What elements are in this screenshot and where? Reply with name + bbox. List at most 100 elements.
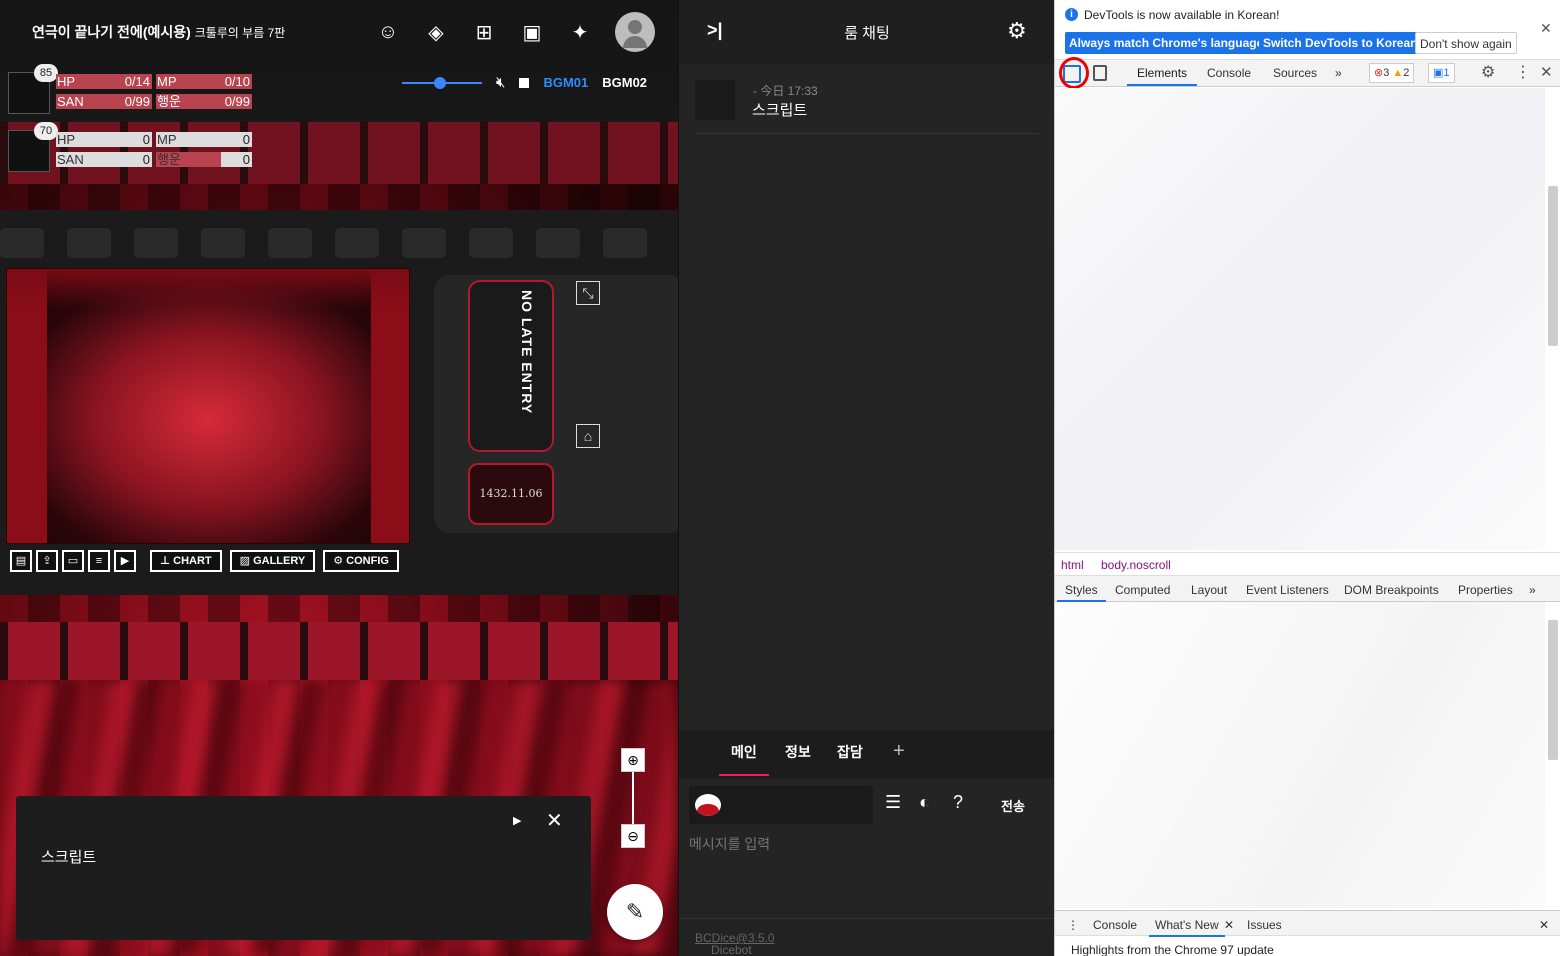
message-icon[interactable]: ▭: [62, 550, 84, 572]
dicebot-info: Dicebot engine : BCDice@3.5.0: [695, 931, 775, 956]
list-icon[interactable]: ☰: [885, 792, 901, 813]
card-slot[interactable]: [0, 228, 44, 258]
tab-computed[interactable]: Computed: [1115, 583, 1170, 597]
tab-info[interactable]: 정보: [785, 742, 811, 762]
info-icon: i: [1065, 8, 1078, 21]
tab-styles[interactable]: Styles: [1057, 583, 1106, 602]
volume-slider[interactable]: [402, 76, 482, 89]
tab-chatter[interactable]: 잡담: [837, 742, 863, 762]
gallery-button[interactable]: ▨ GALLERY: [229, 550, 316, 572]
close-icon[interactable]: ✕: [546, 808, 563, 833]
card-slot[interactable]: [134, 228, 178, 258]
send-button[interactable]: 전송: [1001, 796, 1025, 815]
script-text: 스크립트: [41, 849, 97, 866]
gear-icon[interactable]: ⚙: [1007, 18, 1027, 44]
more-tabs-icon[interactable]: »: [1335, 66, 1342, 80]
palette-icon[interactable]: ◐: [919, 792, 930, 813]
play-icon[interactable]: ▶: [114, 550, 136, 572]
volume-knob[interactable]: [434, 76, 447, 89]
help-icon[interactable]: ?: [953, 792, 963, 813]
elements-tree[interactable]: [1055, 88, 1545, 550]
character-badge: 70: [34, 122, 58, 140]
speaker-select[interactable]: [689, 786, 873, 824]
gear-icon: ⚙: [333, 555, 347, 567]
script-panel: ▶ ✕ 스크립트: [16, 796, 591, 940]
more-tabs-icon[interactable]: »: [1529, 583, 1536, 597]
dont-show-again-button[interactable]: Don't show again: [1415, 32, 1517, 54]
chart-button[interactable]: ⊥ CHART: [150, 550, 222, 572]
layers-icon[interactable]: ◈: [424, 20, 448, 44]
kebab-menu-icon[interactable]: ⋮: [1515, 62, 1531, 82]
stop-icon[interactable]: [519, 77, 530, 88]
elements-scrollbar[interactable]: [1548, 186, 1558, 346]
card-slot[interactable]: [201, 228, 245, 258]
add-tab-icon[interactable]: +: [893, 740, 905, 763]
devtools-infobar: i DevTools is now available in Korean! ✕…: [1055, 0, 1560, 60]
issue-counts[interactable]: ⊗3 ▲2: [1369, 63, 1415, 83]
chat-panel: >| 룸 채팅 ⚙ - 今日 17:33 스크립트 메인 정보 잡담 + ☰ ◐…: [678, 0, 1055, 956]
save-icon[interactable]: ▤: [10, 550, 32, 572]
bgm-track-2[interactable]: BGM02: [602, 75, 647, 90]
card-slot[interactable]: [603, 228, 647, 258]
slideshow-icon[interactable]: ▣: [520, 20, 544, 44]
tab-console[interactable]: Console: [1207, 66, 1251, 80]
card-slot[interactable]: [469, 228, 513, 258]
match-language-button[interactable]: Always match Chrome's language: [1065, 32, 1268, 54]
pencil-icon: ✎: [625, 899, 645, 924]
mute-icon[interactable]: 🔇︎: [496, 74, 505, 91]
zoom-out-icon[interactable]: ⊖: [621, 824, 645, 848]
tab-event-listeners[interactable]: Event Listeners: [1246, 583, 1329, 597]
zoom-in-icon[interactable]: ⊕: [621, 748, 645, 772]
bgm-track-1[interactable]: BGM01: [543, 75, 588, 90]
breadcrumb: html body.noscroll: [1055, 552, 1560, 576]
close-icon[interactable]: ✕: [1540, 20, 1552, 37]
edit-fab[interactable]: ✎: [607, 884, 663, 940]
stage-toolbar: ▤ ⇪ ▭ ≡ ▶ ⊥ CHART ▨ GALLERY ⚙ CONFIG: [10, 550, 399, 572]
device-toolbar-icon[interactable]: [1093, 65, 1107, 81]
config-button[interactable]: ⚙ CONFIG: [323, 550, 399, 572]
add-box-icon[interactable]: ⊞: [472, 20, 496, 44]
shrink-icon[interactable]: ⤡: [576, 281, 600, 305]
film-strip-red-lower: [0, 622, 678, 680]
styles-pane[interactable]: [1055, 602, 1545, 908]
stage: 연극이 끝나기 전에(예시용) 크툴루의 부름 7판 ☺ ◈ ⊞ ▣ ✦ 85 …: [0, 0, 678, 956]
face-icon[interactable]: ☺: [376, 20, 400, 44]
card-slot[interactable]: [402, 228, 446, 258]
close-icon[interactable]: ✕: [1224, 918, 1234, 932]
tab-properties[interactable]: Properties: [1458, 583, 1513, 597]
tab-layout[interactable]: Layout: [1191, 583, 1227, 597]
card-slot[interactable]: [67, 228, 111, 258]
whats-new-headline: Highlights from the Chrome 97 update: [1071, 943, 1274, 956]
stat-luck: 행운 0: [156, 152, 252, 167]
drawer-tab-whats-new[interactable]: What's New: [1149, 918, 1225, 937]
switch-korean-button[interactable]: Switch DevTools to Korean: [1259, 32, 1422, 54]
stat-hp: HP 0: [56, 132, 152, 147]
gear-icon[interactable]: ⚙: [1481, 62, 1495, 82]
close-icon[interactable]: ✕: [1539, 918, 1549, 932]
tab-main[interactable]: 메인: [719, 742, 769, 776]
tab-dom-breakpoints[interactable]: DOM Breakpoints: [1344, 583, 1439, 597]
crumb-body[interactable]: body.noscroll: [1101, 558, 1171, 572]
ticket-date: 1432.11.06: [468, 463, 554, 525]
crumb-html[interactable]: html: [1061, 558, 1084, 572]
zoom-track[interactable]: [632, 772, 634, 824]
play-arrow-icon[interactable]: ▶: [513, 814, 521, 827]
message-input[interactable]: [689, 836, 1045, 852]
error-icon: ⊗: [1374, 67, 1384, 79]
account-icon[interactable]: [615, 12, 655, 52]
card-slot[interactable]: [536, 228, 580, 258]
list-icon[interactable]: ≡: [88, 550, 110, 572]
tab-elements[interactable]: Elements: [1126, 66, 1198, 86]
close-icon[interactable]: ✕: [1540, 63, 1553, 81]
drawer-tab-console[interactable]: Console: [1093, 918, 1137, 932]
movie-icon[interactable]: ✦: [568, 20, 592, 44]
message-count[interactable]: ▣1: [1428, 63, 1455, 83]
styles-scrollbar[interactable]: [1548, 620, 1558, 760]
tab-sources[interactable]: Sources: [1273, 66, 1317, 80]
drawer-tab-issues[interactable]: Issues: [1247, 918, 1282, 932]
card-slot[interactable]: [335, 228, 379, 258]
building-icon[interactable]: ⌂: [576, 424, 600, 448]
card-slot[interactable]: [268, 228, 312, 258]
load-icon[interactable]: ⇪: [36, 550, 58, 572]
kebab-menu-icon[interactable]: ⋮: [1067, 918, 1079, 932]
